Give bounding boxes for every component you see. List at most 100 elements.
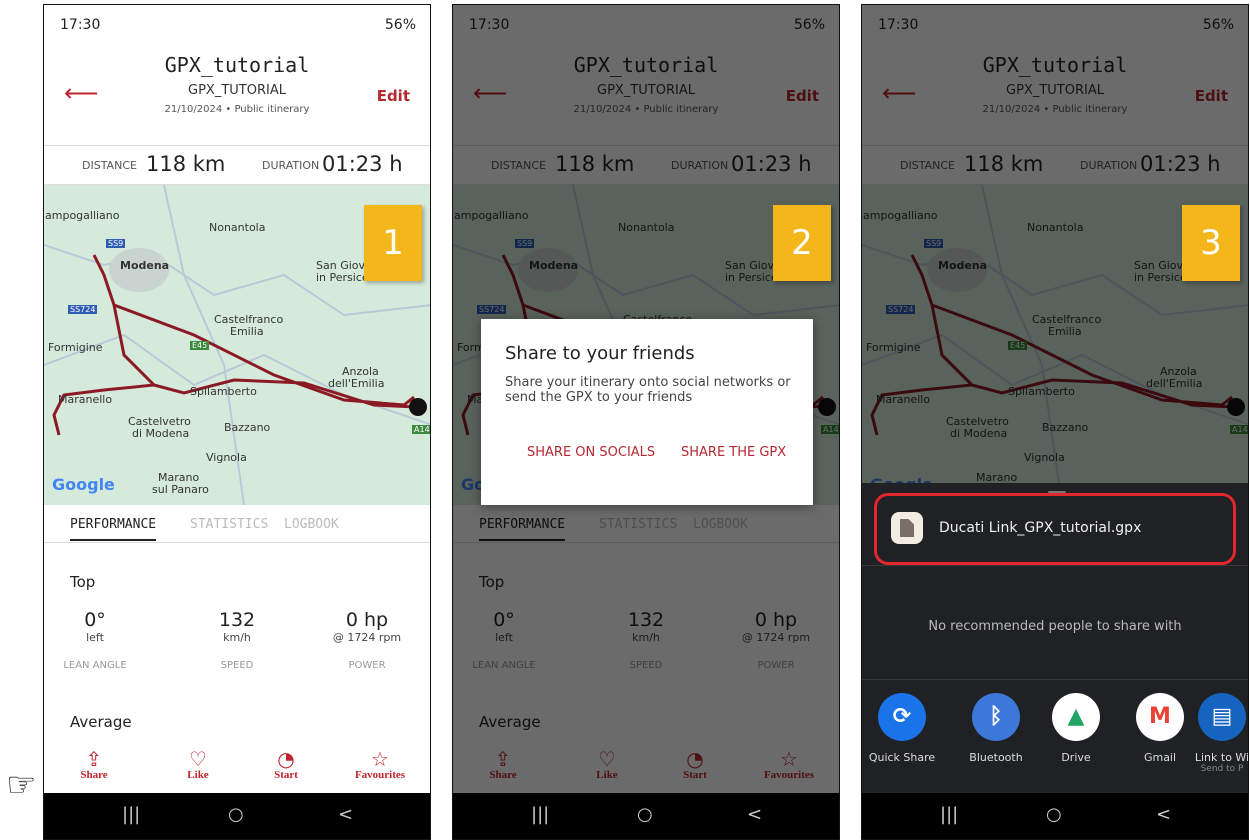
- duration-value: 01:23 h: [322, 152, 403, 176]
- itinerary-subtitle: GPX_TUTORIAL: [188, 83, 286, 98]
- link-to-windows-icon: ▤: [1198, 693, 1246, 741]
- nav-back-button[interactable]: <: [338, 804, 353, 825]
- status-battery: 56%: [384, 17, 416, 33]
- share-the-gpx-button[interactable]: SHARE THE GPX: [681, 445, 786, 460]
- map-label-bazzano: Bazzano: [224, 421, 271, 434]
- recents-button[interactable]: |||: [122, 804, 140, 825]
- heart-icon: ♡: [189, 747, 207, 771]
- start-label: Start: [274, 769, 298, 781]
- app-quick-share[interactable]: ⟳ Quick Share: [864, 693, 940, 764]
- metric-unit: @ 1724 rpm: [332, 631, 402, 644]
- map-label-emilia: Emilia: [230, 325, 264, 338]
- tab-performance[interactable]: PERFORMANCE: [70, 517, 157, 541]
- map-road-e45: E45: [190, 341, 210, 350]
- status-time: 17:30: [60, 17, 101, 33]
- home-button[interactable]: ○: [228, 804, 244, 825]
- shared-file-row[interactable]: Ducati Link_GPX_tutorial.gpx: [874, 493, 1236, 565]
- map-label-formigine: Formigine: [48, 341, 103, 354]
- pointing-hand-icon: ☞: [6, 765, 37, 805]
- share-sheet: Ducati Link_GPX_tutorial.gpx No recommen…: [862, 483, 1248, 793]
- file-icon: [891, 512, 923, 544]
- bottom-action-bar: ⇪ Share ♡ Like ◔ Start ☆ Favourites: [44, 743, 430, 795]
- app-link-to-windows[interactable]: ▤ Link to Wi Send to P: [1184, 693, 1249, 774]
- phone-screen-1: 17:30 56% ⟵ GPX_tutorial GPX_TUTORIAL 21…: [43, 4, 431, 840]
- star-icon: ☆: [371, 747, 389, 771]
- home-button[interactable]: ○: [637, 804, 653, 825]
- tab-statistics[interactable]: STATISTICS: [190, 517, 268, 532]
- step-badge: 3: [1182, 205, 1240, 281]
- distance-value: 118 km: [146, 152, 226, 176]
- map-label-sul-panaro: sul Panaro: [152, 483, 209, 496]
- map-road-a14: A14: [412, 425, 430, 434]
- distance-label: DISTANCE: [82, 159, 137, 172]
- tab-logbook[interactable]: LOGBOOK: [284, 517, 339, 532]
- top-heading: Top: [70, 573, 96, 591]
- share-dialog: Share to your friends Share your itinera…: [481, 319, 813, 505]
- home-button[interactable]: ○: [1046, 804, 1062, 825]
- itinerary-meta: 21/10/2024 • Public itinerary: [164, 104, 310, 115]
- app-label: Link to Wi: [1194, 751, 1249, 764]
- map-label-vignola: Vignola: [206, 451, 247, 464]
- map-label-maranello: Maranello: [58, 393, 113, 406]
- shared-file-name: Ducati Link_GPX_tutorial.gpx: [939, 520, 1142, 536]
- summary-stats: DISTANCE 118 km DURATION 01:23 h: [44, 145, 430, 185]
- dialog-title: Share to your friends: [505, 343, 695, 364]
- google-logo: Google: [52, 475, 115, 494]
- app-label: Quick Share: [868, 751, 936, 764]
- metric-speed: 132 km/h SPEED: [182, 609, 292, 671]
- android-nav-bar: ||| ○ <: [44, 793, 430, 839]
- page-title: GPX_tutorial: [164, 53, 310, 77]
- itinerary-header: ⟵ GPX_tutorial GPX_TUTORIAL 21/10/2024 •…: [44, 45, 430, 145]
- compass-icon: ◔: [277, 747, 295, 771]
- duration-label: DURATION: [262, 159, 320, 172]
- map-label-modena: Modena: [120, 259, 170, 272]
- performance-panel: Top 0° left LEAN ANGLE 132 km/h SPEED 0 …: [44, 545, 430, 745]
- metric-value: 0°: [84, 609, 106, 631]
- edit-button[interactable]: Edit: [377, 87, 410, 105]
- map-label-campogalliano: ampogalliano: [45, 209, 120, 222]
- app-drive[interactable]: ▲ Drive: [1038, 693, 1114, 764]
- app-bluetooth[interactable]: ᛒ Bluetooth: [958, 693, 1034, 764]
- android-nav-bar: ||| ○ <: [862, 793, 1248, 839]
- map-label-spilamberto: Spilamberto: [190, 385, 257, 398]
- app-label: Bluetooth: [969, 751, 1023, 764]
- bluetooth-icon: ᛒ: [972, 693, 1020, 741]
- back-arrow-icon[interactable]: ⟵: [64, 81, 98, 105]
- metric-unit: km/h: [223, 631, 251, 644]
- map-road-ss9: SS9: [106, 239, 126, 248]
- step-badge: 1: [364, 205, 422, 281]
- start-button[interactable]: ◔ Start: [246, 749, 326, 781]
- status-bar: 17:30 56%: [44, 5, 430, 45]
- nav-back-button[interactable]: <: [747, 804, 762, 825]
- metric-value: 0 hp: [345, 609, 389, 631]
- sheet-divider: [862, 565, 1248, 566]
- phone-screen-2: 17:30 56% ⟵ GPX_tutorial GPX_TUTORIAL 21…: [452, 4, 840, 840]
- nav-back-button[interactable]: <: [1156, 804, 1171, 825]
- quick-share-icon: ⟳: [878, 693, 926, 741]
- no-recommended-people: No recommended people to share with: [928, 619, 1182, 634]
- recents-button[interactable]: |||: [940, 804, 958, 825]
- map-label-nonantola: Nonantola: [209, 221, 266, 234]
- metric-lean-angle: 0° left LEAN ANGLE: [44, 609, 150, 671]
- favourites-button[interactable]: ☆ Favourites: [340, 749, 420, 781]
- metric-name: POWER: [348, 660, 386, 671]
- metric-name: LEAN ANGLE: [63, 660, 127, 671]
- map-label-dellemilia: dell'Emilia: [328, 377, 385, 390]
- metric-value: 132: [218, 609, 256, 631]
- metric-power: 0 hp @ 1724 rpm POWER: [312, 609, 422, 671]
- gmail-icon: M: [1136, 693, 1184, 741]
- sheet-divider: [862, 679, 1248, 680]
- share-button[interactable]: ⇪ Share: [54, 749, 134, 781]
- like-label: Like: [187, 769, 209, 781]
- drive-icon: ▲: [1052, 693, 1100, 741]
- recents-button[interactable]: |||: [531, 804, 549, 825]
- route-map[interactable]: ampogalliano Nonantola Modena San Giova …: [44, 185, 430, 505]
- dialog-body: Share your itinerary onto social network…: [505, 375, 791, 405]
- metric-unit: left: [86, 631, 104, 644]
- share-on-socials-button[interactable]: SHARE ON SOCIALS: [527, 445, 655, 460]
- like-button[interactable]: ♡ Like: [158, 749, 238, 781]
- share-icon: ⇪: [85, 747, 103, 771]
- favourites-label: Favourites: [354, 769, 406, 781]
- map-label-di-modena: di Modena: [132, 427, 190, 440]
- share-label: Share: [80, 769, 108, 781]
